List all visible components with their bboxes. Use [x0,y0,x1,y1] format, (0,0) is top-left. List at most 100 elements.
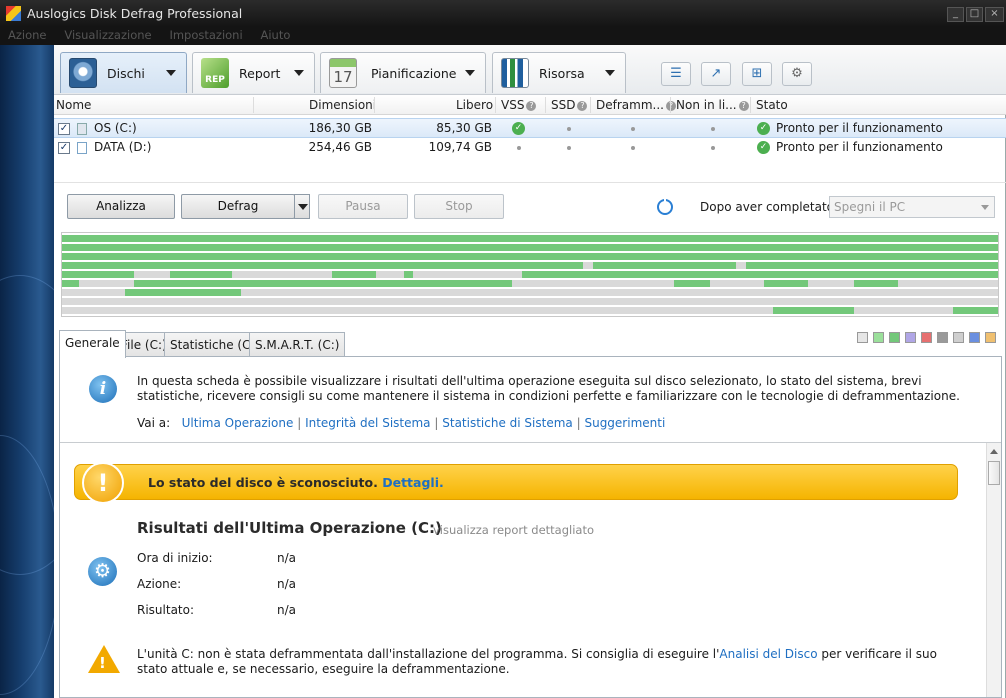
cluster-block [62,298,998,305]
tab-dischi[interactable]: Dischi [60,52,187,93]
legend-swatch[interactable] [889,332,900,343]
menu-visualizzazione[interactable]: Visualizzazione [56,27,157,42]
dot-icon [567,127,571,131]
col-dimensioni[interactable]: Dimensioni [309,98,376,112]
result-value: n/a [277,577,297,591]
legend-swatch[interactable] [953,332,964,343]
scroll-thumb[interactable] [988,461,1000,485]
cluster-block [134,280,512,287]
drive-checkbox[interactable]: ✓ [58,142,70,154]
detailed-report-link[interactable]: visualizza report dettagliato [433,523,594,537]
drive-icon [77,142,87,154]
result-value: n/a [277,603,297,617]
check-icon: ✓ [757,122,770,135]
link-analisi-disco[interactable]: Analisi del Disco [719,647,817,661]
cluster-block [854,280,898,287]
cluster-block [62,244,998,251]
chevron-down-icon [465,70,475,76]
info-text: In questa scheda è possibile visualizzar… [137,374,960,403]
tab-pianificazione[interactable]: 17 Pianificazione [320,52,486,93]
result-label: Risultato: [137,603,195,617]
tab-smart[interactable]: S.M.A.R.T. (C:) [249,332,346,357]
col-nome[interactable]: Nome [56,98,91,112]
menu-azione[interactable]: Azione [0,27,53,42]
defrag-recommendation: L'unità C: non è stata deframmentata dal… [137,647,947,677]
legend-swatch[interactable] [985,332,996,343]
link-integrita-sistema[interactable]: Integrità del Sistema [305,416,430,430]
after-action-value: Spegni il PC [834,200,906,214]
drive-free: 109,74 GB [428,140,492,154]
tab-report[interactable]: REP Report [192,52,315,93]
col-non-in-li[interactable]: Non in li...? [676,98,749,112]
defrag-dropdown-button[interactable] [294,194,310,219]
link-ultima-operazione[interactable]: Ultima Operazione [182,416,294,430]
results-title: Risultati dell'Ultima Operazione (C:) [137,519,442,537]
exclamation-icon: ! [82,462,124,504]
close-button[interactable]: × [985,7,1004,22]
dopo-label: Dopo aver completato: [700,200,839,214]
legend-swatch[interactable] [905,332,916,343]
cluster-block [674,280,710,287]
cluster-block [773,307,854,314]
legend-swatch[interactable] [969,332,980,343]
after-action-select[interactable]: Spegni il PC [829,196,995,218]
disk-icon [69,58,97,88]
dot-icon [517,146,521,150]
maximize-button[interactable]: □ [966,7,983,22]
pausa-button[interactable]: Pausa [318,194,408,219]
cluster-block [404,271,413,278]
disk-status-warning: ! Lo stato del disco è sconosciuto. Dett… [74,462,958,504]
settings-icon[interactable]: ⚙ [782,62,812,86]
drive-row-c[interactable]: ✓ OS (C:) 186,30 GB 85,30 GB ✓ ✓ Pronto … [54,118,1006,138]
window-title: Auslogics Disk Defrag Professional [27,6,243,21]
analizza-button[interactable]: Analizza [67,194,175,219]
link-suggerimenti[interactable]: Suggerimenti [584,416,665,430]
cluster-map [61,232,999,317]
menu-impostazioni[interactable]: Impostazioni [161,27,248,42]
legend-swatch[interactable] [921,332,932,343]
tab-risorsa[interactable]: Risorsa [492,52,626,93]
trend-icon[interactable]: ↗ [701,62,731,86]
legend-swatch[interactable] [873,332,884,343]
cluster-block [62,235,998,242]
goto-label: Vai a: [137,416,171,430]
windows-icon[interactable]: ⊞ [742,62,772,86]
scroll-up-icon[interactable] [990,449,998,454]
cluster-block [736,262,746,269]
warning-details-link[interactable]: Dettagli. [382,475,444,490]
link-statistiche-sistema[interactable]: Statistiche di Sistema [442,416,573,430]
vertical-scrollbar[interactable] [986,443,1001,697]
tab-pianificazione-label: Pianificazione [371,66,457,81]
drive-free: 85,30 GB [436,121,492,135]
col-deframm[interactable]: Deframm...? [596,98,676,112]
cluster-block [62,280,79,287]
col-vss[interactable]: VSS? [501,98,537,112]
result-label: Ora di inizio: [137,551,213,565]
drive-checkbox[interactable]: ✓ [58,123,70,135]
legend-swatch[interactable] [937,332,948,343]
drive-status: Pronto per il funzionamento [776,140,943,154]
tab-report-label: Report [239,66,281,81]
info-icon: i [89,375,117,403]
col-deframm-label: Deframm... [596,98,664,112]
help-icon: ? [526,101,537,111]
dot-icon [567,146,571,150]
goto-links: Vai a: Ultima Operazione | Integrità del… [137,416,666,430]
cluster-block [953,307,998,314]
defrag-button[interactable]: Defrag [181,194,295,219]
chevron-down-icon [298,204,308,210]
menu-aiuto[interactable]: Aiuto [253,27,297,42]
stop-button[interactable]: Stop [414,194,504,219]
tab-generale[interactable]: Generale [59,330,126,358]
help-icon: ? [577,101,588,111]
col-stato[interactable]: Stato [756,98,788,112]
minimize-button[interactable]: _ [947,7,964,22]
col-ssd[interactable]: SSD? [551,98,588,112]
drive-row-d[interactable]: ✓ DATA (D:) 254,46 GB 109,74 GB ✓ Pronto… [54,138,1006,158]
chevron-down-icon [981,205,989,210]
dot-icon [631,127,635,131]
col-libero[interactable]: Libero [456,98,493,112]
legend-swatch[interactable] [857,332,868,343]
drive-status: Pronto per il funzionamento [776,121,943,135]
list-icon[interactable]: ☰ [661,62,691,86]
